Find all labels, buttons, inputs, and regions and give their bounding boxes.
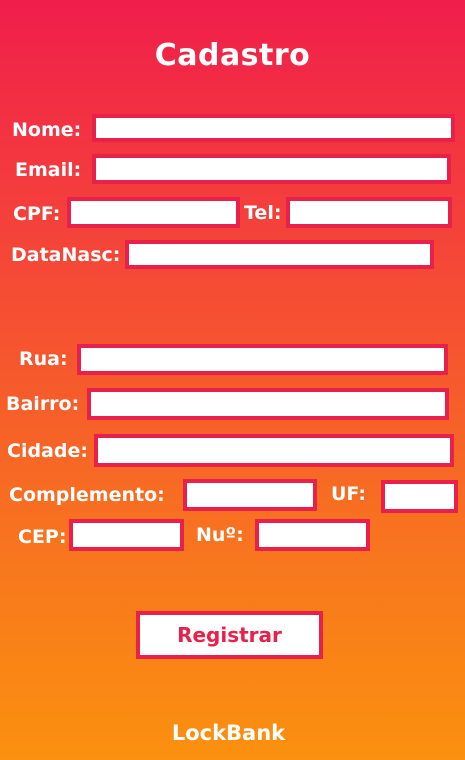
number-label: Nuº: — [196, 524, 244, 546]
cep-label: CEP: — [18, 526, 67, 548]
register-button[interactable]: Registrar — [136, 611, 323, 659]
email-input[interactable] — [92, 154, 451, 184]
brand-footer: LockBank — [171, 721, 286, 745]
cpf-label: CPF: — [13, 203, 61, 225]
district-input[interactable] — [87, 388, 449, 420]
registration-screen: Cadastro Nome: Email: CPF: Tel: DataNasc… — [0, 0, 465, 760]
cpf-input[interactable] — [67, 197, 240, 228]
name-input[interactable] — [92, 114, 455, 142]
city-input[interactable] — [94, 434, 454, 467]
uf-label: UF: — [331, 483, 366, 505]
uf-input[interactable] — [381, 480, 458, 513]
complement-label: Complemento: — [9, 484, 165, 506]
city-label: Cidade: — [7, 440, 88, 462]
email-label: Email: — [15, 159, 82, 181]
district-label: Bairro: — [6, 393, 80, 415]
number-input[interactable] — [255, 519, 370, 551]
page-title: Cadastro — [154, 38, 311, 73]
street-label: Rua: — [19, 348, 68, 370]
birth-date-label: DataNasc: — [11, 244, 121, 266]
name-label: Nome: — [12, 119, 82, 141]
complement-input[interactable] — [183, 479, 317, 511]
birth-date-input[interactable] — [125, 240, 434, 269]
street-input[interactable] — [77, 344, 448, 375]
tel-label: Tel: — [244, 202, 282, 224]
cep-input[interactable] — [69, 519, 184, 551]
tel-input[interactable] — [286, 197, 452, 228]
